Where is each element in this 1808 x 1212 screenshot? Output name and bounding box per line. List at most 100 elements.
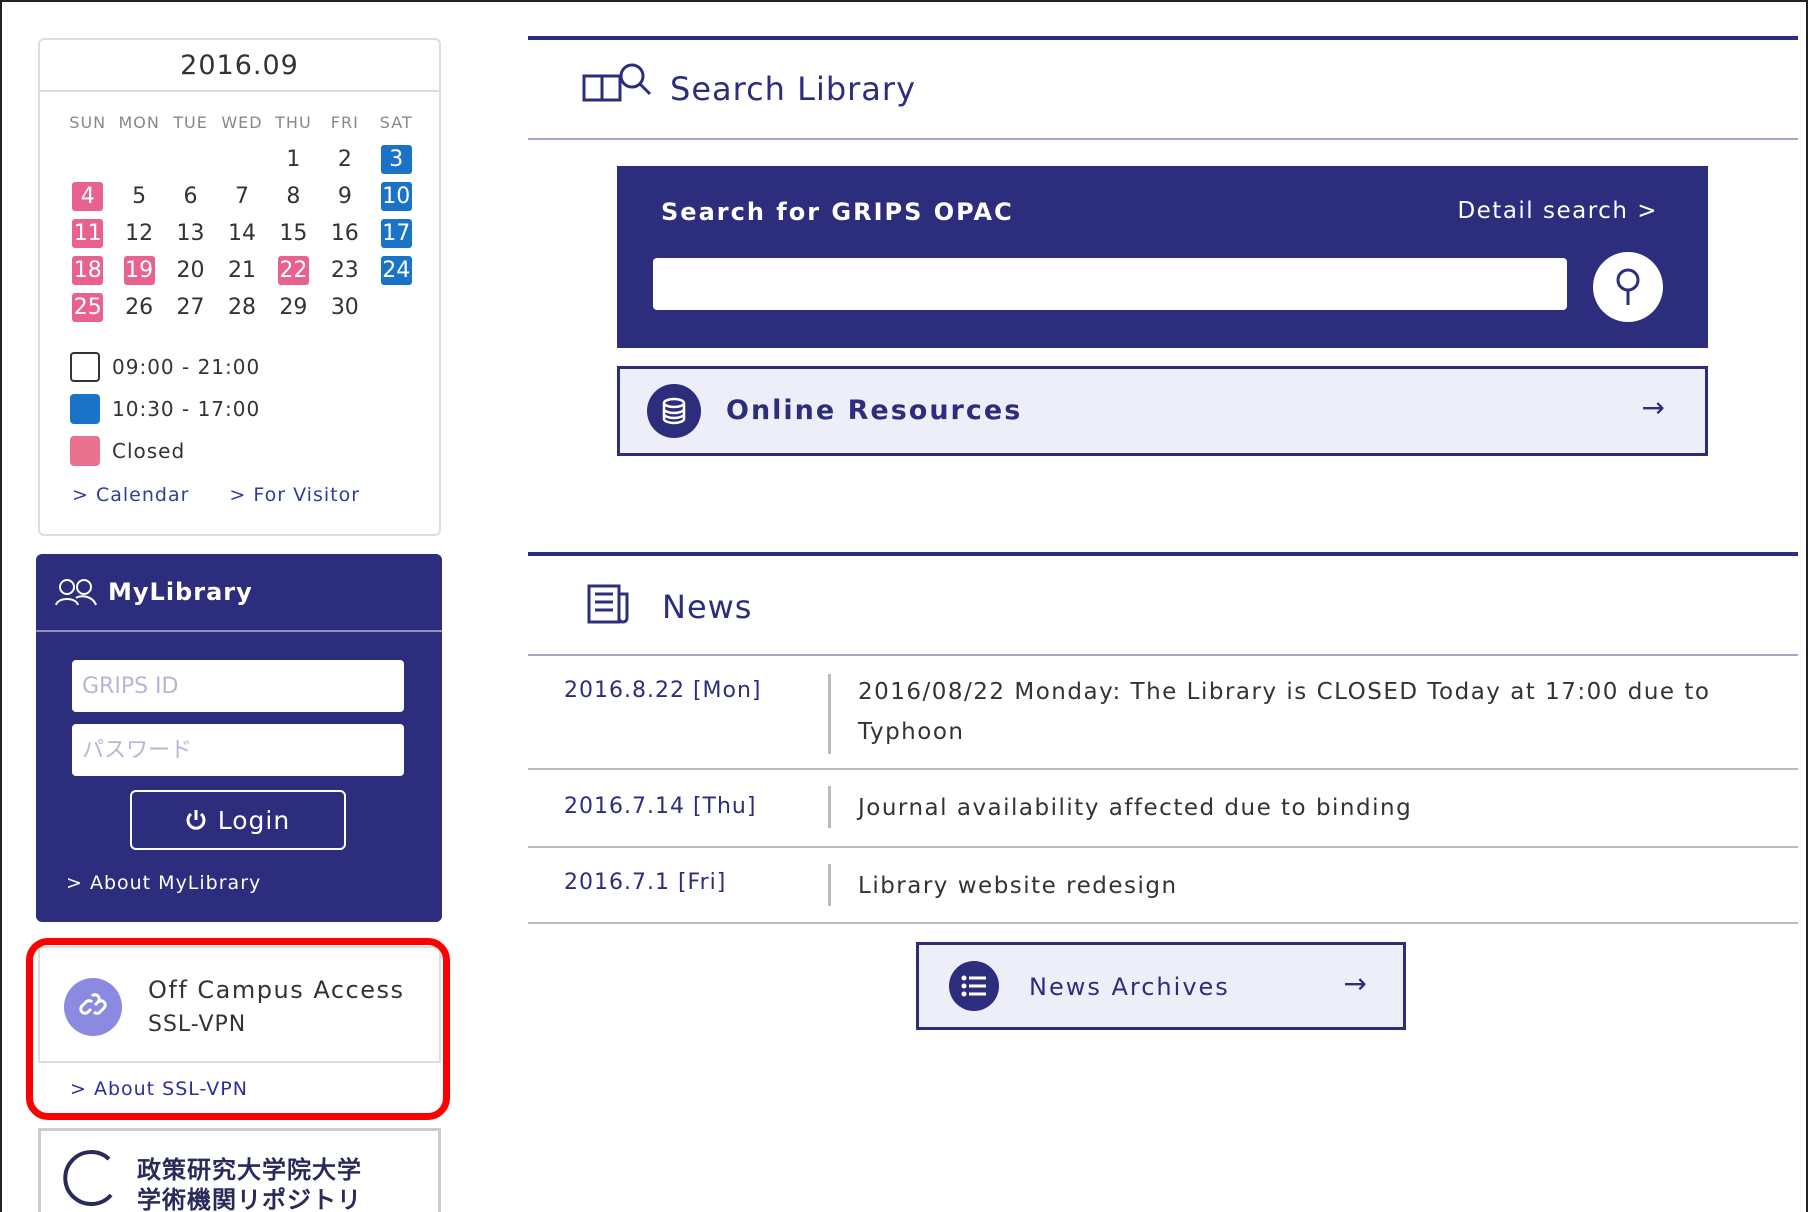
news-item[interactable]: 2016.8.22 [Mon] 2016/08/22 Monday: The L… [528,656,1798,770]
login-button[interactable]: Login [130,790,346,850]
calendar-day-number: 6 [183,184,198,209]
calendar-day-number: 1 [286,147,301,172]
legend-open: 09:00 - 21:00 [70,346,260,388]
online-resources-button[interactable]: Online Resources → [617,366,1708,456]
news-item[interactable]: 2016.7.14 [Thu] Journal availability aff… [528,770,1798,848]
search-section-top-rule [528,36,1798,40]
calendar-day: 25 [62,293,113,322]
detail-search-link[interactable]: Detail search > [1457,198,1658,224]
calendar-day: 14 [216,219,267,248]
calendar-day: 9 [319,182,370,211]
opac-search-button[interactable] [1593,252,1663,322]
calendar-grid: SUN MON TUE WED THU FRI SAT 1 2 3 4 5 6 7 8 9 10 1… [62,104,422,326]
calendar-day: 19 [113,256,164,285]
calendar-day: 28 [216,293,267,322]
calendar-day-number: 29 [279,295,308,320]
weekday-label: MON [118,113,160,132]
news-item[interactable]: 2016.7.1 [Fri] Library website redesign [528,848,1798,924]
news-archives-label: News Archives [1029,973,1230,1001]
search-section-divider [528,138,1798,140]
library-calendar: 2016.09 SUN MON TUE WED THU FRI SAT 1 23 4… [38,38,441,536]
calendar-day-number: 30 [330,295,359,320]
calendar-day: 13 [165,219,216,248]
calendar-day-number: 17 [380,219,412,248]
book-search-icon [582,63,652,102]
password-input[interactable] [72,724,404,776]
power-icon [186,810,206,830]
calendar-day-number: 14 [227,221,256,246]
calendar-week-row: 11 12 13 14 15 16 17 [62,215,422,252]
calendar-weekday-row: SUN MON TUE WED THU FRI SAT [62,104,422,141]
calendar-day-number: 27 [176,295,205,320]
calendar-day: 17 [371,219,422,248]
news-archives-button[interactable]: News Archives → [916,942,1406,1030]
legend-open-label: 09:00 - 21:00 [112,355,261,379]
calendar-day: 30 [319,293,370,322]
calendar-day: 2 [319,145,370,174]
calendar-day-number: 9 [337,184,352,209]
calendar-day: 23 [319,256,370,285]
news-divider [828,786,831,828]
calendar-day-number: 16 [330,221,359,246]
repository-banner[interactable]: 政策研究大学院大学 学術機関リポジトリ [38,1128,441,1212]
calendar-day-number: 20 [176,258,205,283]
weekday-label: SUN [69,113,107,132]
calendar-week-row: 25 26 27 28 29 30 [62,289,422,326]
calendar-day-number: 12 [125,221,154,246]
users-icon [55,579,97,606]
news-divider [828,674,831,754]
calendar-day: 7 [216,182,267,211]
calendar-day: 29 [268,293,319,322]
weekday-label: TUE [173,113,208,132]
opac-search-panel: Search for GRIPS OPAC Detail search > [617,166,1708,348]
calendar-day-number: 25 [72,293,104,322]
calendar-day-number: 13 [176,221,205,246]
calendar-day: 1 [268,145,319,174]
legend-closed-swatch [70,436,100,466]
repository-logo-icon [63,1150,113,1206]
calendar-day-number: 11 [72,219,104,248]
mylibrary-title: MyLibrary [108,578,253,606]
about-mylibrary-link[interactable]: > About MyLibrary [66,872,261,894]
news-text: Journal availability affected due to bin… [858,795,1413,821]
calendar-day-number: 15 [279,221,308,246]
weekday-label: SAT [379,113,413,132]
calendar-day-number: 26 [125,295,154,320]
legend-closed: Closed [70,430,260,472]
calendar-day-number: 22 [277,256,309,285]
calendar-day: 15 [268,219,319,248]
opac-search-input[interactable] [653,258,1567,310]
grips-id-input[interactable] [72,660,404,712]
database-icon [647,384,701,438]
list-icon [949,961,999,1011]
calendar-legend: 09:00 - 21:00 10:30 - 17:00 Closed [70,346,260,472]
newspaper-icon [587,584,629,624]
calendar-day: 6 [165,182,216,211]
news-text: 2016/08/22 Monday: The Library is CLOSED… [858,679,1711,745]
legend-short-swatch [70,394,100,424]
calendar-weeks: 1 2 3 4 5 6 7 8 9 10 11 12 13 14 15 16 17 18 19 20 21 22 23 24 2… [62,141,422,326]
calendar-day: 12 [113,219,164,248]
calendar-month-title: 2016.09 [40,40,439,92]
news-text: Library website redesign [858,873,1178,899]
calendar-day: 20 [165,256,216,285]
for-visitor-link[interactable]: > For Visitor [229,484,360,506]
news-date: 2016.7.1 [Fri] [564,870,727,895]
search-library-title: Search Library [670,70,916,108]
calendar-day-number: 21 [227,258,256,283]
calendar-day-number: 18 [72,256,104,285]
calendar-link[interactable]: > Calendar [72,484,189,506]
legend-short: 10:30 - 17:00 [70,388,260,430]
calendar-day-number: 23 [330,258,359,283]
calendar-day: 4 [62,182,113,211]
mylibrary-header: MyLibrary [36,554,442,632]
calendar-day: 24 [371,256,422,285]
highlight-outline [26,938,450,1120]
news-date: 2016.8.22 [Mon] [564,678,762,703]
calendar-day: 8 [268,182,319,211]
repository-title: 政策研究大学院大学 学術機関リポジトリ [137,1155,362,1212]
calendar-day-number: 2 [337,147,352,172]
news-section-top-rule [528,552,1798,556]
legend-closed-label: Closed [112,439,186,463]
arrow-right-icon: → [1343,967,1367,1000]
